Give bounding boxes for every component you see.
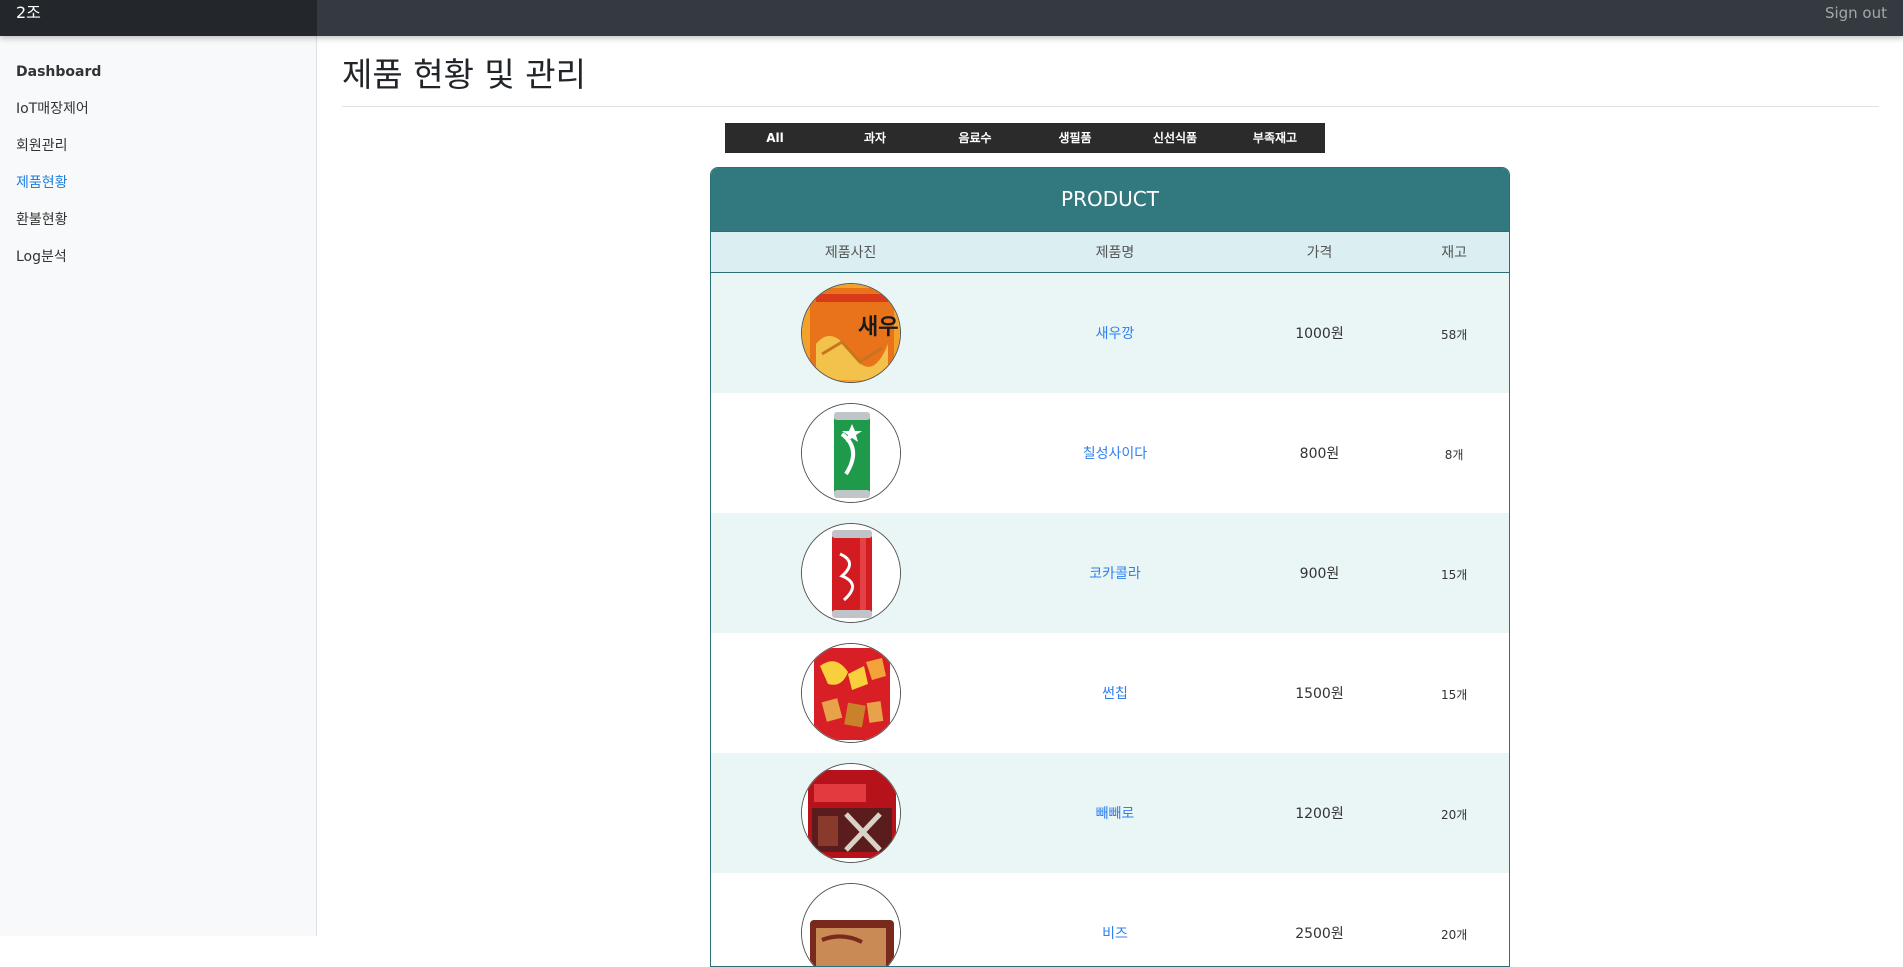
product-image-cider-can	[800, 403, 901, 503]
title-divider	[342, 106, 1879, 107]
column-photo: 제품사진	[824, 245, 877, 261]
signout-link[interactable]: Sign out	[1825, 0, 1887, 26]
table-row: 비즈 2500원 20개	[711, 873, 1509, 966]
product-stock: 15개	[1440, 687, 1468, 702]
product-stock: 15개	[1440, 567, 1468, 582]
product-panel: PRODUCT 제품사진 제품명 가격 재고 새우 새우깡 1000원 58개 …	[710, 167, 1510, 967]
sidebar: Dashboard IoT매장제어 회원관리 제품현황 환불현황 Log분석	[0, 36, 317, 936]
tab-beverages[interactable]: 음료수	[925, 123, 1025, 153]
product-image-sunchip-bag	[800, 643, 901, 743]
svg-text:새우: 새우	[858, 315, 898, 340]
tab-daily-necessities[interactable]: 생필품	[1025, 123, 1125, 153]
column-name: 제품명	[1095, 245, 1135, 261]
column-price: 가격	[1306, 245, 1333, 261]
product-stock: 20개	[1440, 927, 1468, 942]
product-name-link[interactable]: 칠성사이다	[1083, 446, 1147, 462]
product-stock: 20개	[1440, 807, 1468, 822]
product-image-cola-can	[800, 523, 901, 623]
page-title: 제품 현황 및 관리	[342, 55, 586, 94]
product-price: 2500원	[1295, 926, 1344, 942]
tab-fresh-food[interactable]: 신선식품	[1125, 123, 1225, 153]
table-row: 새우 새우깡 1000원 58개	[711, 273, 1509, 393]
tab-all[interactable]: All	[725, 123, 825, 153]
sidebar-item-refund-status[interactable]: 환불현황	[0, 202, 316, 239]
product-price: 1200원	[1295, 806, 1344, 822]
sidebar-item-member-management[interactable]: 회원관리	[0, 128, 316, 165]
product-name-link[interactable]: 코카콜라	[1089, 566, 1141, 582]
table-row: 칠성사이다 800원 8개	[711, 393, 1509, 513]
sidebar-item-product-status[interactable]: 제품현황	[0, 165, 316, 202]
product-name-link[interactable]: 새우깡	[1096, 326, 1135, 342]
product-price: 1000원	[1295, 326, 1344, 342]
product-name-link[interactable]: 비즈	[1102, 926, 1128, 942]
product-name-link[interactable]: 썬칩	[1102, 686, 1128, 702]
category-tabs: All 과자 음료수 생필품 신선식품 부족재고	[725, 123, 1325, 153]
column-stock: 재고	[1441, 245, 1467, 261]
main-content: 제품 현황 및 관리 All 과자 음료수 생필품 신선식품 부족재고 PROD…	[342, 36, 1879, 967]
table-row: 빼빼로 1200원 20개	[711, 753, 1509, 873]
product-price: 800원	[1299, 446, 1340, 462]
product-stock: 8개	[1444, 447, 1464, 462]
panel-header: PRODUCT	[711, 168, 1509, 231]
top-navbar: 2조 Sign out	[0, 0, 1903, 36]
sidebar-item-dashboard[interactable]: Dashboard	[0, 54, 316, 91]
table-row: 썬칩 1500원 15개	[711, 633, 1509, 753]
product-image-biscuit-box	[800, 883, 901, 966]
product-price: 900원	[1299, 566, 1340, 582]
table-header: 제품사진 제품명 가격 재고	[711, 231, 1509, 273]
tab-snacks[interactable]: 과자	[825, 123, 925, 153]
sidebar-item-log-analysis[interactable]: Log분석	[0, 239, 316, 276]
product-name-link[interactable]: 빼빼로	[1096, 806, 1135, 822]
sidebar-nav: Dashboard IoT매장제어 회원관리 제품현황 환불현황 Log분석	[0, 36, 316, 276]
product-price: 1500원	[1295, 686, 1344, 702]
product-image-shrimp-snack: 새우	[800, 283, 901, 383]
table-row: 코카콜라 900원 15개	[711, 513, 1509, 633]
product-stock: 58개	[1440, 327, 1468, 342]
tab-low-stock[interactable]: 부족재고	[1225, 123, 1325, 153]
brand-logo[interactable]: 2조	[0, 0, 317, 36]
product-image-pepero-box	[800, 763, 901, 863]
sidebar-item-iot-store-control[interactable]: IoT매장제어	[0, 91, 316, 128]
